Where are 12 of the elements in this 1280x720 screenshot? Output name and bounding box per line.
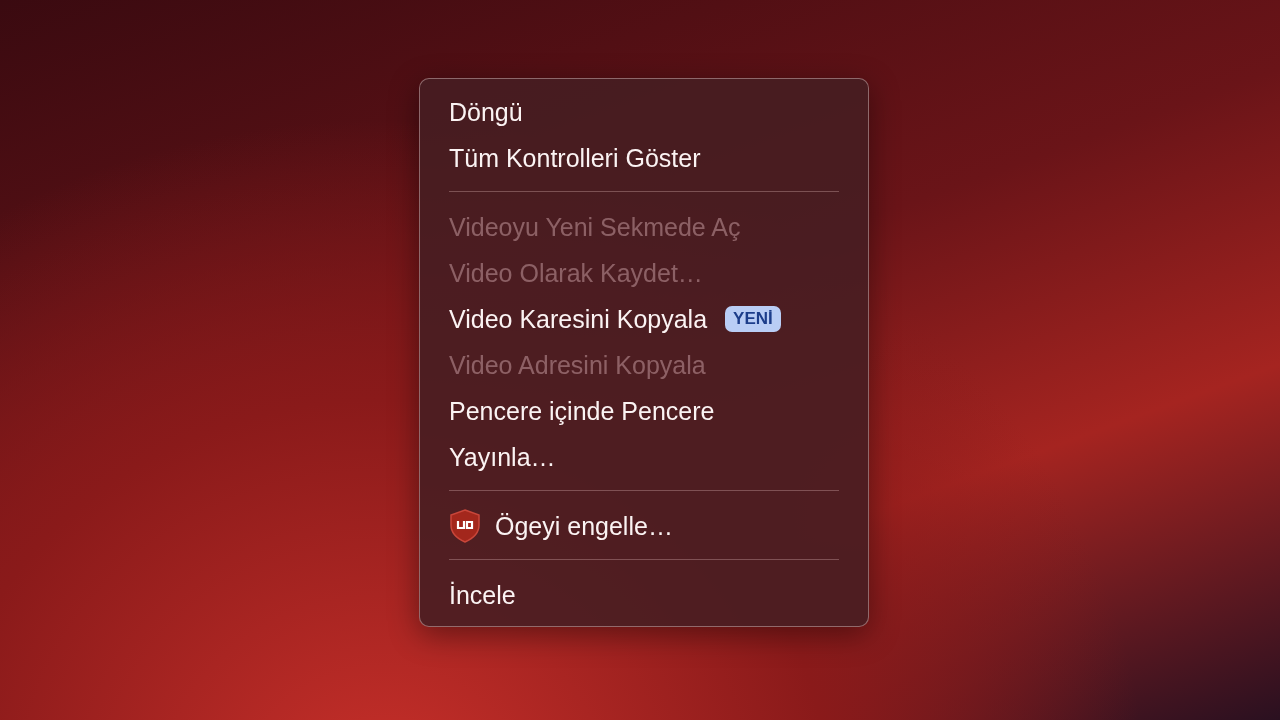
menu-item[interactable]: Döngü (449, 97, 523, 127)
menu-item[interactable]: İncele (449, 580, 516, 610)
new-badge: YENİ (725, 306, 781, 332)
menu-item[interactable]: Tüm Kontrolleri Göster (449, 143, 701, 173)
menu-item[interactable]: Yayınla… (449, 442, 556, 472)
menu-item: Video Olarak Kaydet… (449, 258, 703, 288)
menu-item[interactable]: Ögeyi engelle… (495, 511, 673, 541)
menu-item[interactable]: Pencere içinde Pencere (449, 396, 715, 426)
menu-item: Video Adresini Kopyala (449, 350, 706, 380)
menu-item: Videoyu Yeni Sekmede Aç (449, 212, 741, 242)
menu-item[interactable]: Video Karesini Kopyala (449, 304, 708, 334)
shield-icon (449, 509, 481, 543)
